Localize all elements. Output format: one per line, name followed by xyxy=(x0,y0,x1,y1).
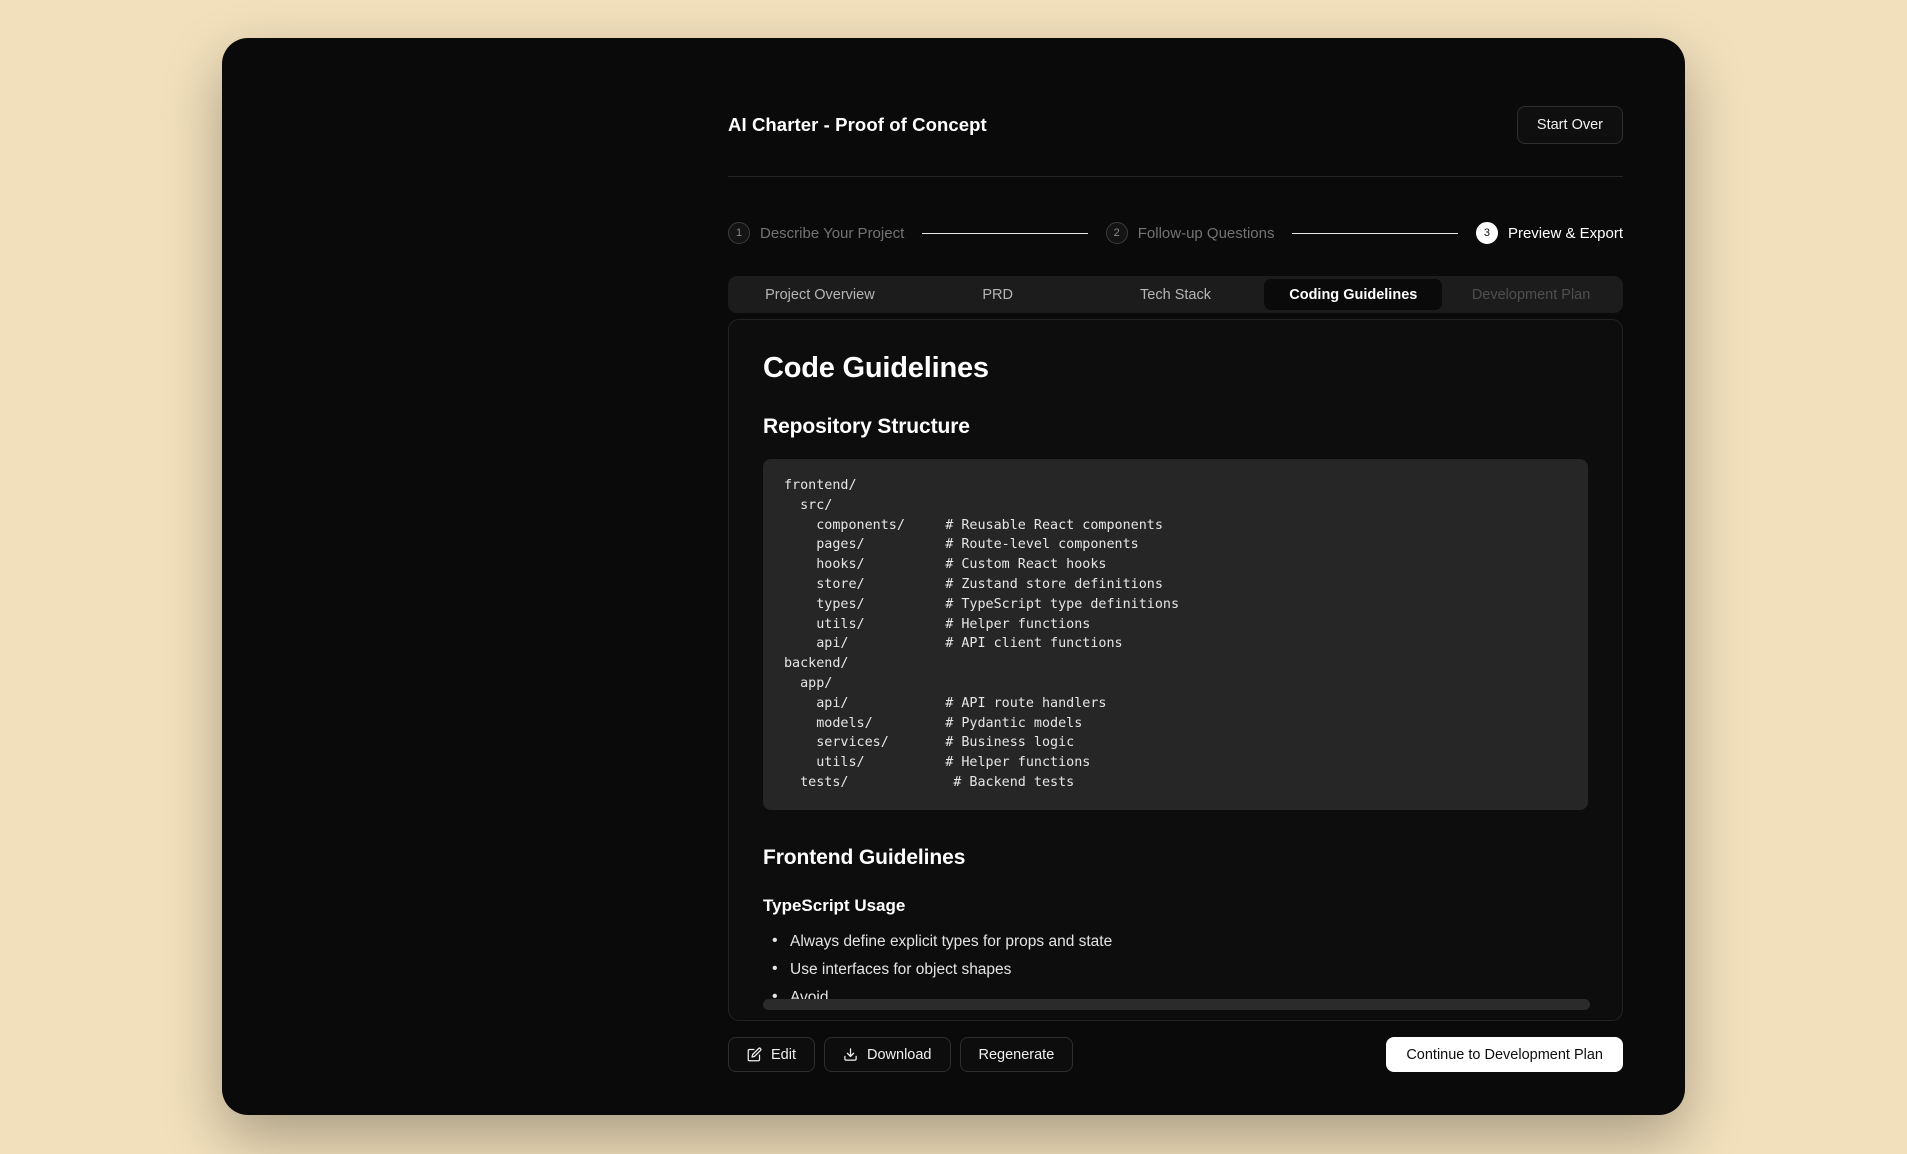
document-content: Code Guidelines Repository Structure fro… xyxy=(729,320,1622,1020)
step-number-badge: 1 xyxy=(728,222,750,244)
code-block-repository-structure: frontend/ src/ components/ # Reusable Re… xyxy=(763,459,1588,810)
stepper-step-1[interactable]: 1 Describe Your Project xyxy=(728,222,904,244)
app-content: AI Charter - Proof of Concept Start Over… xyxy=(222,38,1685,1115)
download-button[interactable]: Download xyxy=(824,1037,951,1072)
step-label: Follow-up Questions xyxy=(1137,224,1275,242)
list-item: Always define explicit types for props a… xyxy=(769,929,1588,954)
edit-button[interactable]: Edit xyxy=(728,1037,815,1072)
heading-typescript-usage: TypeScript Usage xyxy=(763,895,906,915)
page-title: AI Charter - Proof of Concept xyxy=(728,114,987,135)
edit-button-label: Edit xyxy=(771,1046,796,1063)
tab-bar: Project Overview PRD Tech Stack Coding G… xyxy=(728,276,1623,313)
download-icon xyxy=(843,1047,858,1062)
tab-prd[interactable]: PRD xyxy=(909,279,1087,310)
horizontal-scrollbar[interactable] xyxy=(763,999,1590,1010)
document-title: Code Guidelines xyxy=(763,352,989,384)
footer-action-bar: Edit Download Regenerate Continue to Dev… xyxy=(728,1037,1623,1072)
tab-development-plan[interactable]: Development Plan xyxy=(1442,279,1620,310)
stepper: 1 Describe Your Project 2 Follow-up Ques… xyxy=(728,222,1623,244)
step-label: Preview & Export xyxy=(1507,224,1623,242)
step-number-badge: 2 xyxy=(1105,222,1128,244)
stepper-step-2[interactable]: 2 Follow-up Questions xyxy=(1105,222,1275,244)
app-window: AI Charter - Proof of Concept Start Over… xyxy=(222,38,1685,1115)
continue-to-development-plan-button[interactable]: Continue to Development Plan xyxy=(1386,1037,1623,1072)
header: AI Charter - Proof of Concept Start Over xyxy=(728,106,1623,144)
heading-frontend-guidelines: Frontend Guidelines xyxy=(763,845,966,869)
header-divider xyxy=(728,176,1623,177)
heading-repository-structure: Repository Structure xyxy=(763,415,970,438)
start-over-button[interactable]: Start Over xyxy=(1516,106,1623,144)
stepper-connector-2 xyxy=(1292,232,1458,234)
stepper-connector-1 xyxy=(922,232,1088,234)
typescript-guidelines-list: Always define explicit types for props a… xyxy=(763,929,1588,1010)
code-text: frontend/ src/ components/ # Reusable Re… xyxy=(784,478,1180,790)
tab-tech-stack[interactable]: Tech Stack xyxy=(1087,279,1265,310)
step-label: Describe Your Project xyxy=(760,224,905,242)
tab-project-overview[interactable]: Project Overview xyxy=(731,279,909,310)
step-number-badge: 3 xyxy=(1475,222,1498,244)
download-button-label: Download xyxy=(867,1046,932,1063)
pencil-edit-icon xyxy=(747,1047,762,1062)
list-item: Use interfaces for object shapes xyxy=(769,957,1588,982)
regenerate-button-label: Regenerate xyxy=(978,1046,1055,1063)
tab-coding-guidelines[interactable]: Coding Guidelines xyxy=(1264,279,1443,310)
stepper-step-3[interactable]: 3 Preview & Export xyxy=(1475,222,1623,244)
document-card: Code Guidelines Repository Structure fro… xyxy=(728,319,1623,1021)
regenerate-button[interactable]: Regenerate xyxy=(959,1037,1074,1072)
footer-left-actions: Edit Download Regenerate xyxy=(728,1037,1074,1072)
